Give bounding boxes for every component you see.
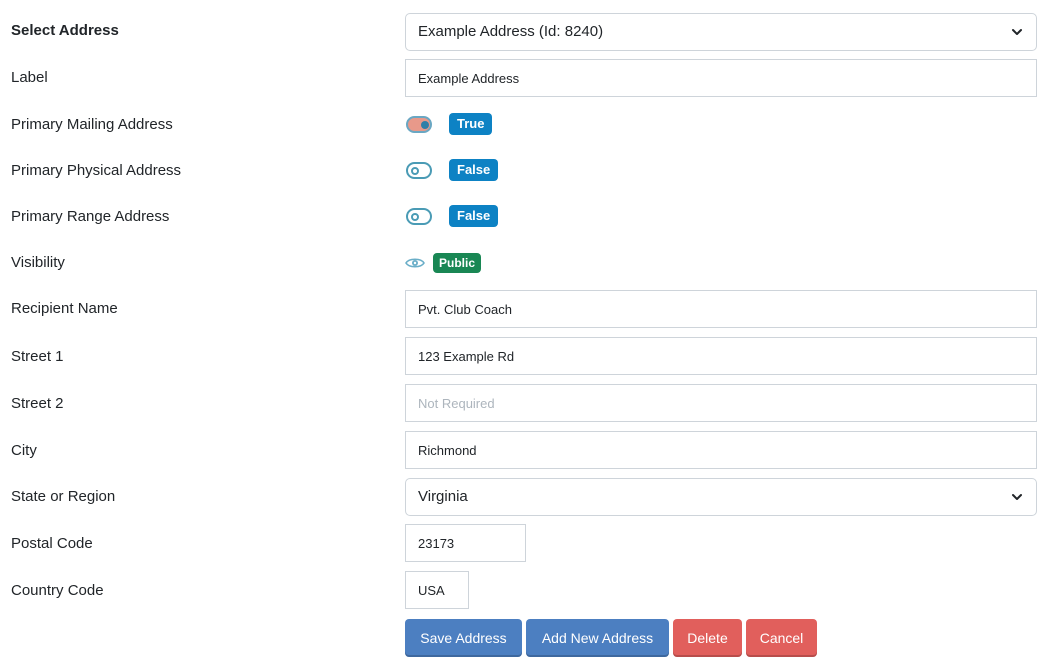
primary-physical-label: Primary Physical Address xyxy=(11,162,182,179)
postal-code-input[interactable] xyxy=(405,524,526,562)
country-code-input[interactable] xyxy=(405,571,469,609)
postal-code-label: Postal Code xyxy=(11,535,93,552)
add-new-address-button[interactable]: Add New Address xyxy=(526,619,669,657)
street1-input[interactable] xyxy=(405,337,1037,375)
visibility-status-badge: Public xyxy=(433,253,482,273)
primary-mailing-status-badge: True xyxy=(449,113,493,135)
cancel-button[interactable]: Cancel xyxy=(746,619,817,657)
chevron-down-icon xyxy=(1012,494,1022,500)
select-address-dropdown[interactable]: Example Address (Id: 8240) xyxy=(405,13,1037,51)
city-label: City xyxy=(11,442,37,459)
street2-input[interactable] xyxy=(405,384,1037,422)
label-input[interactable] xyxy=(405,59,1037,97)
primary-mailing-toggle[interactable] xyxy=(406,116,432,133)
street1-label: Street 1 xyxy=(11,348,64,365)
chevron-down-icon xyxy=(1012,29,1022,35)
state-dropdown[interactable]: Virginia xyxy=(405,478,1037,516)
select-address-label: Select Address xyxy=(11,22,119,39)
select-address-value: Example Address (Id: 8240) xyxy=(418,23,604,40)
primary-physical-status-badge: False xyxy=(449,159,499,181)
save-address-button[interactable]: Save Address xyxy=(405,619,522,657)
recipient-name-label: Recipient Name xyxy=(11,300,118,317)
toggle-knob xyxy=(421,120,429,129)
primary-range-label: Primary Range Address xyxy=(11,208,170,225)
toggle-knob xyxy=(411,212,419,221)
visibility-label: Visibility xyxy=(11,254,65,271)
state-value: Virginia xyxy=(418,488,468,505)
primary-mailing-label: Primary Mailing Address xyxy=(11,116,173,133)
eye-icon[interactable] xyxy=(405,255,425,271)
primary-range-toggle[interactable] xyxy=(406,208,432,225)
state-label: State or Region xyxy=(11,488,116,505)
primary-physical-toggle[interactable] xyxy=(406,162,432,179)
street2-label: Street 2 xyxy=(11,395,64,412)
recipient-name-input[interactable] xyxy=(405,290,1037,328)
country-code-label: Country Code xyxy=(11,582,104,599)
primary-range-status-badge: False xyxy=(449,205,499,227)
label-field-label: Label xyxy=(11,69,48,86)
city-input[interactable] xyxy=(405,431,1037,469)
delete-button[interactable]: Delete xyxy=(673,619,742,657)
toggle-knob xyxy=(411,166,419,175)
